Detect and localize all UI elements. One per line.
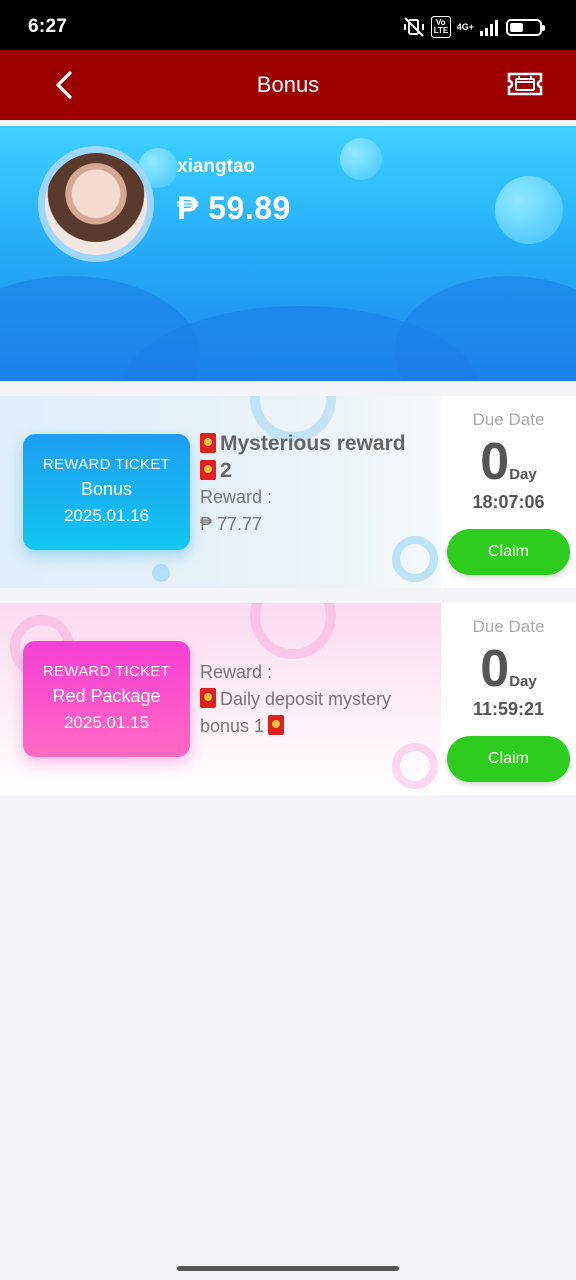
ticket-type: Bonus [80,479,133,499]
days-unit: Day [509,673,537,690]
claim-button[interactable]: Claim [447,736,570,782]
ticket-date: 2025.01.16 [63,506,150,525]
signal-icon [480,20,498,36]
due-label: Due Date [472,410,545,429]
reward-name: Mysterious reward [220,432,406,455]
profile-banner: xiangtao ₱ 59.89 [0,126,576,381]
reward-ticket: REWARD TICKET Red Package 2025.01.15 [23,641,190,757]
red-envelope-icon [268,715,285,735]
days-unit: Day [509,466,537,483]
red-envelope-icon [200,433,216,453]
status-icons: Vo LTE 4G+ [403,16,545,38]
header-bar: Bonus [0,50,576,120]
page-title: Bonus [256,72,320,97]
reward-label: Reward : [200,662,273,682]
decor-ring [152,564,170,582]
ticket-icon[interactable] [506,69,544,99]
ticket-label: REWARD TICKET [42,456,171,473]
battery-icon [506,18,545,36]
ticket-date: 2025.01.15 [63,713,150,732]
red-envelope-icon [200,460,216,480]
due-label: Due Date [472,617,545,636]
reward-desc-cont: bonus 1 [200,716,265,736]
reward-value: ₱ 77.77 [200,514,263,534]
reward-info: Mysterious reward 2 Reward : ₱ 77.77 [200,430,435,538]
reward-card: REWARD TICKET Bonus 2025.01.16 Mysteriou… [0,396,576,588]
days-left: 0 [480,433,510,491]
vibrate-off-icon [403,17,424,37]
network-type: 4G+ [456,21,474,32]
username: xiangtao [177,156,256,177]
reward-info: Reward : Daily deposit mystery bonus 1 [200,659,435,740]
red-envelope-icon [200,688,216,708]
avatar[interactable] [38,146,154,262]
ticket-type: Red Package [52,686,161,706]
days-left: 0 [480,640,510,698]
status-bar: 6:27 Vo LTE 4G+ [0,0,576,50]
home-indicator[interactable] [177,1266,399,1271]
countdown-time: 18:07:06 [472,492,545,512]
reward-desc: Daily deposit mystery [220,689,392,709]
reward-label: Reward : [200,487,273,507]
decor-ring [392,536,438,582]
reward-ticket: REWARD TICKET Bonus 2025.01.16 [23,434,190,550]
claim-button[interactable]: Claim [447,529,570,575]
ticket-label: REWARD TICKET [42,663,171,680]
avatar-image [45,153,147,255]
balance-amount: ₱ 59.89 [177,190,291,226]
due-panel: Due Date 0Day 11:59:21 Claim [441,603,576,795]
volte-icon: Vo LTE [430,16,451,38]
decor-bubble [340,138,382,180]
countdown-time: 11:59:21 [472,699,545,719]
due-panel: Due Date 0Day 18:07:06 Claim [441,396,576,588]
decor-ring [250,603,336,659]
decor-bubble [495,176,563,244]
status-time: 6:27 [28,16,68,37]
decor-blob [395,276,576,381]
reward-count: 2 [220,459,232,482]
reward-card: REWARD TICKET Red Package 2025.01.15 Rew… [0,603,576,795]
decor-ring [392,743,438,789]
